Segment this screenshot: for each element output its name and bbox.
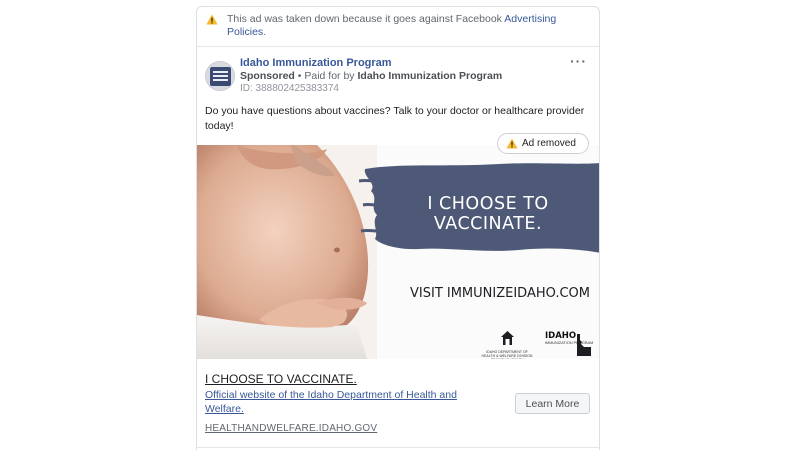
avatar[interactable]	[205, 61, 235, 91]
warning-icon	[506, 138, 518, 149]
warning-icon	[206, 14, 218, 25]
separator: •	[294, 70, 305, 82]
health-welfare-logo: IDAHO DEPARTMENT OF HEALTH & WELFARE DIV…	[479, 331, 535, 359]
paid-for-prefix: Paid for by	[304, 70, 358, 82]
ad-card: This ad was taken down because it goes a…	[196, 6, 600, 450]
idaho-state-icon	[577, 334, 591, 356]
link-preview[interactable]: I CHOOSE TO VACCINATE. Official website …	[197, 362, 599, 442]
ad-id: ID: 388802425383374	[240, 83, 339, 94]
notice-suffix: .	[263, 26, 267, 38]
ad-removed-label: Ad removed	[522, 138, 576, 149]
dhw-logo-text: IDAHO DEPARTMENT OF HEALTH & WELFARE DIV…	[481, 350, 533, 359]
link-description[interactable]: Official website of the Idaho Department…	[205, 388, 495, 416]
learn-more-button[interactable]: Learn More	[515, 393, 590, 414]
slogan-text: I CHOOSE TO VACCINATE.	[427, 194, 549, 234]
program-logo-icon	[210, 67, 231, 86]
immunization-program-logo: IDAHO IMMUNIZATION PROGRAM	[545, 331, 595, 357]
notice-text: This ad was taken down because it goes a…	[227, 13, 505, 25]
paid-for-by-link[interactable]: Idaho Immunization Program	[357, 70, 502, 82]
post-header: Idaho Immunization Program Sponsored • P…	[197, 53, 599, 99]
link-headline[interactable]: I CHOOSE TO VACCINATE.	[205, 372, 357, 386]
link-domain[interactable]: HEALTHANDWELFARE.IDAHO.GOV	[205, 423, 377, 434]
page-name-link[interactable]: Idaho Immunization Program	[240, 57, 392, 69]
sponsor-line: Sponsored • Paid for by Idaho Immunizati…	[240, 70, 502, 82]
ad-removed-badge[interactable]: Ad removed	[497, 133, 589, 154]
pregnant-belly-photo	[197, 145, 377, 359]
ad-creative-image[interactable]: I CHOOSE TO VACCINATE. VISIT IMMUNIZEIDA…	[197, 145, 599, 359]
divider	[197, 447, 599, 448]
takedown-notice: This ad was taken down because it goes a…	[197, 7, 599, 47]
visit-website-text: VISIT IMMUNIZEIDAHO.COM	[410, 286, 590, 301]
more-options-button[interactable]: ···	[570, 53, 587, 69]
post-body: Do you have questions about vaccines? Ta…	[205, 105, 585, 132]
iip-logo-title: IDAHO	[545, 331, 577, 341]
sponsored-label: Sponsored	[240, 70, 295, 82]
house-family-icon	[501, 331, 514, 345]
